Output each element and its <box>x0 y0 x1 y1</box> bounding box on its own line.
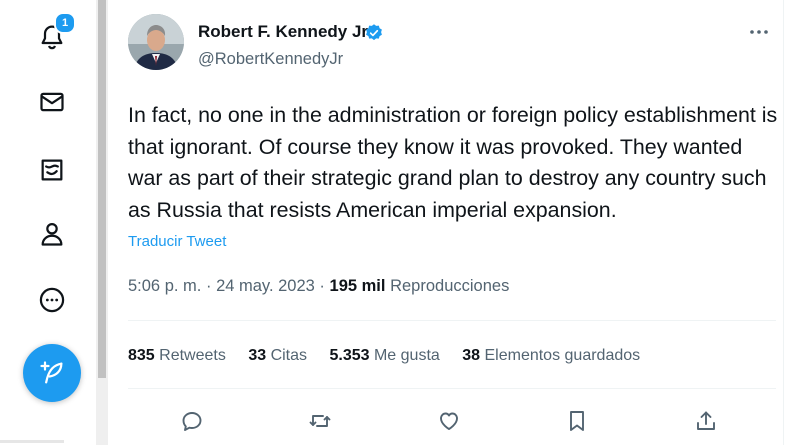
likes-stat[interactable]: 5.353 Me gusta <box>329 347 439 364</box>
quotes-label: Citas <box>270 347 308 364</box>
side-navigation: 1 <box>0 0 96 445</box>
quotes-count: 33 <box>248 347 267 364</box>
views-label: Reproducciones <box>390 277 510 295</box>
tweet-date[interactable]: 24 may. 2023 <box>216 277 315 295</box>
views-count: 195 mil <box>329 277 386 295</box>
more-circle-icon <box>39 287 65 313</box>
retweets-label: Retweets <box>159 347 226 364</box>
meta-separator: · <box>319 277 325 295</box>
author-handle[interactable]: @RobertKennedyJr <box>198 50 343 69</box>
likes-label: Me gusta <box>373 347 440 364</box>
author-avatar[interactable] <box>128 14 184 70</box>
bookmark-button[interactable] <box>560 406 594 436</box>
retweets-stat[interactable]: 835 Retweets <box>128 347 226 364</box>
bookmarks-label: Elementos guardados <box>484 347 641 364</box>
like-icon <box>440 412 458 430</box>
envelope-icon <box>40 92 64 112</box>
quotes-stat[interactable]: 33 Citas <box>248 347 307 364</box>
compose-tweet-button[interactable] <box>23 344 81 402</box>
reply-icon <box>182 412 202 431</box>
tweet-text: In fact, no one in the administration or… <box>128 103 778 222</box>
verified-badge-icon <box>366 24 382 41</box>
messages-nav-item[interactable] <box>30 80 74 124</box>
author-name[interactable]: Robert F. Kennedy Jr <box>198 22 368 42</box>
more-horizontal-icon <box>750 30 768 34</box>
bookmarks-stat[interactable]: 38 Elementos guardados <box>462 347 640 364</box>
bookmarks-count: 38 <box>462 347 481 364</box>
share-icon <box>697 411 715 430</box>
tweet-detail: Robert F. Kennedy Jr @RobertKennedyJr In… <box>108 0 784 445</box>
feather-plus-icon <box>40 361 63 384</box>
person-icon <box>41 222 63 246</box>
tweet-time[interactable]: 5:06 p. m. <box>128 277 201 295</box>
profile-nav-item[interactable] <box>30 212 74 256</box>
retweet-button[interactable] <box>303 406 337 436</box>
meta-separator: · <box>205 277 212 295</box>
divider <box>128 388 776 389</box>
notifications-badge: 1 <box>54 12 76 34</box>
translate-tweet-link[interactable]: Traducir Tweet <box>128 233 226 250</box>
retweets-count: 835 <box>128 347 155 364</box>
bookmark-icon <box>570 411 584 431</box>
like-button[interactable] <box>432 406 466 436</box>
share-button[interactable] <box>689 406 723 436</box>
more-nav-item[interactable] <box>30 278 74 322</box>
retweet-icon <box>309 415 331 427</box>
reply-button[interactable] <box>175 406 209 436</box>
tweet-more-button[interactable] <box>744 20 774 44</box>
tweet-meta: 5:06 p. m. · 24 may. 2023 · 195 mil Repr… <box>128 277 509 296</box>
divider <box>128 320 776 321</box>
tweet-stats: 835 Retweets 33 Citas 5.353 Me gusta 38 … <box>128 347 658 365</box>
verified-square-icon <box>41 159 63 181</box>
likes-count: 5.353 <box>329 347 370 364</box>
notifications-nav-item[interactable]: 1 <box>30 12 76 58</box>
scrollbar-thumb[interactable] <box>98 0 106 378</box>
avatar-image <box>128 14 184 70</box>
nav-bottom-divider <box>0 440 64 443</box>
verified-nav-item[interactable] <box>30 148 74 192</box>
